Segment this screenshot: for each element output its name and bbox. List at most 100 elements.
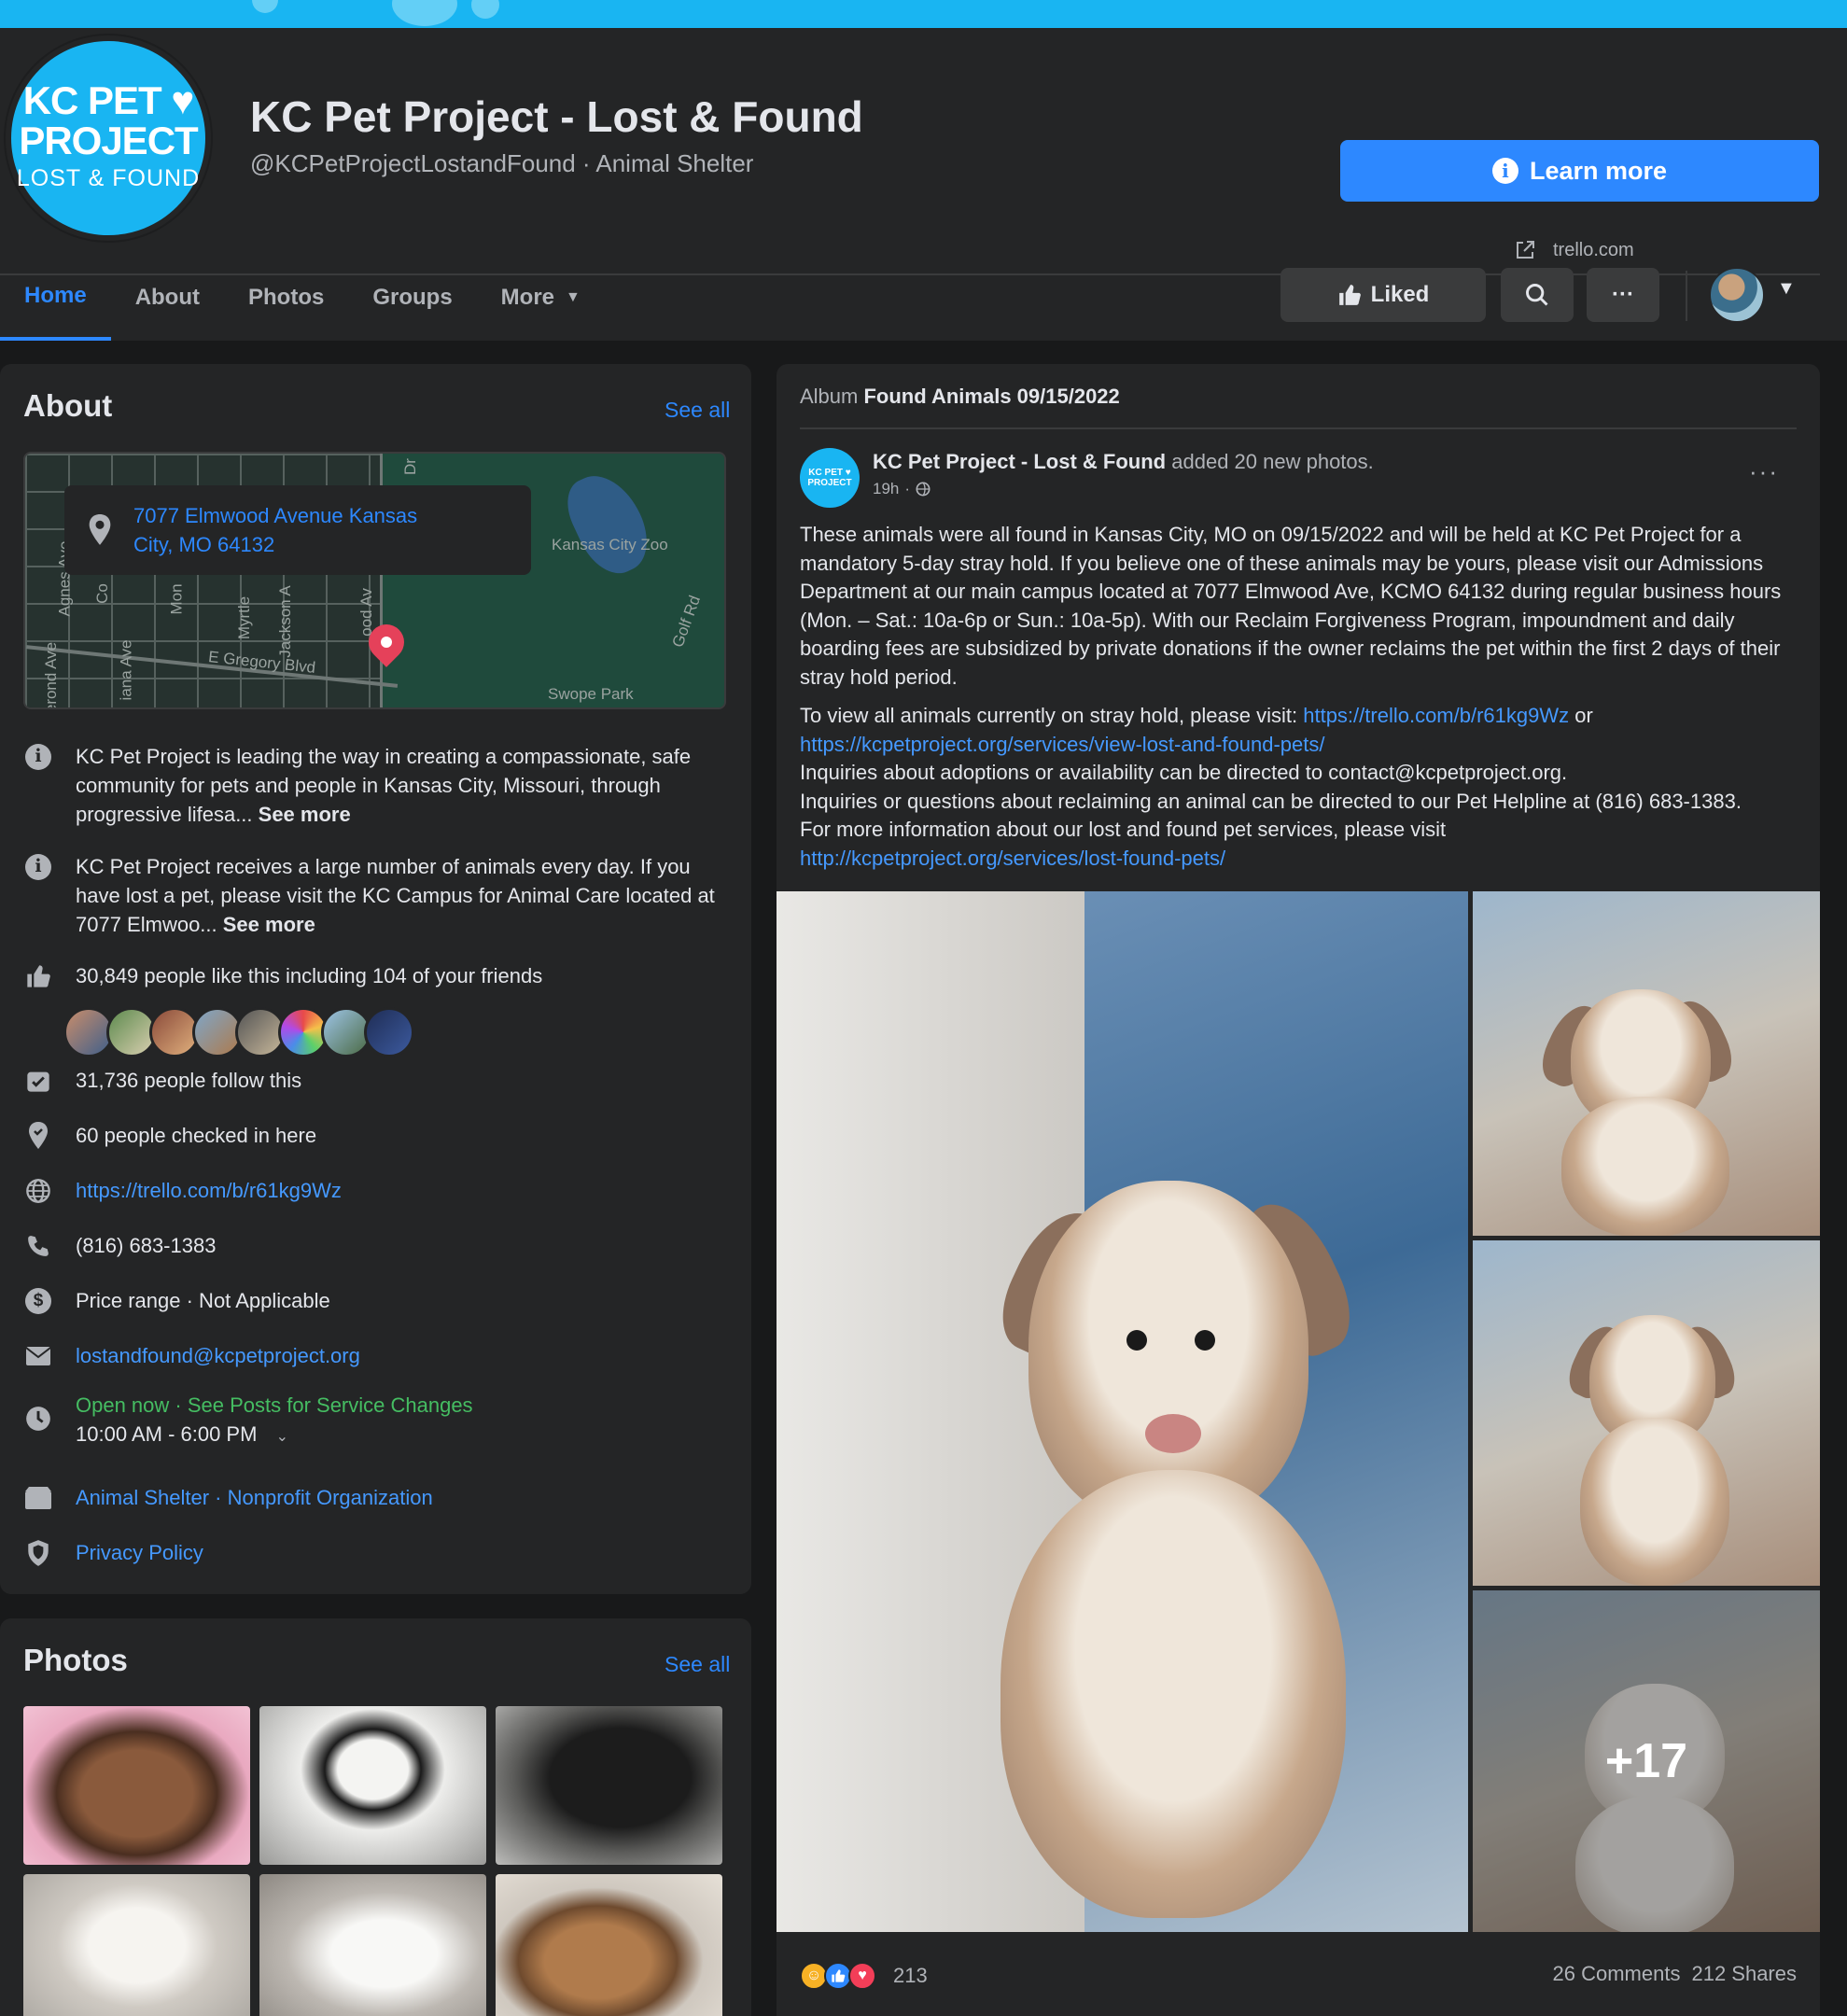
tab-photos[interactable]: Photos (224, 254, 348, 341)
post-author-name[interactable]: KC Pet Project - Lost & Found (873, 450, 1166, 473)
cta-external-link[interactable]: trello.com (1514, 239, 1634, 261)
about-website: https://trello.com/b/r61kg9Wz (23, 1176, 720, 1205)
logo-text-line1: KC PET ♥ (22, 78, 195, 122)
map-label-zoo: Kansas City Zoo (552, 536, 668, 553)
reactions-summary[interactable]: ☺ ♥ 213 (800, 1962, 928, 1990)
post-author-line: KC Pet Project - Lost & Found added 20 n… (873, 450, 1374, 474)
album-header[interactable]: Album Found Animals 09/15/2022 (800, 385, 1120, 409)
post-avatar-text: PROJECT (807, 478, 852, 488)
website-link[interactable]: https://trello.com/b/r61kg9Wz (76, 1176, 720, 1205)
about-see-all-link[interactable]: See all (665, 398, 730, 423)
comments-count[interactable]: 26 Comments (1553, 1962, 1681, 1986)
post-author-avatar[interactable]: KC PET ♥ PROJECT (800, 448, 860, 508)
about-description-1: i KC Pet Project is leading the way in c… (23, 742, 720, 829)
dollar-icon: $ (23, 1286, 53, 1315)
post-action-text: added 20 new photos. (1171, 450, 1374, 473)
map-address-popup[interactable]: 7077 Elmwood Avenue Kansas City, MO 6413… (64, 485, 531, 575)
email-link[interactable]: lostandfound@kcpetproject.org (76, 1341, 720, 1370)
more-photos-overlay[interactable]: +17 (1473, 1590, 1820, 1932)
post-photo-thumb[interactable] (1473, 1240, 1820, 1586)
logo-text-line3: LOST & FOUND (16, 165, 201, 191)
about-desc-2-text: KC Pet Project receives a large number o… (76, 855, 715, 936)
tab-more[interactable]: More ▼ (477, 254, 605, 341)
photo-thumb[interactable] (259, 1874, 486, 2016)
search-button[interactable] (1501, 268, 1574, 322)
see-more-link[interactable]: See more (223, 913, 315, 936)
post-options-ellipsis-icon[interactable]: ··· (1749, 457, 1779, 486)
liked-button[interactable]: Liked (1280, 268, 1486, 322)
friends-avatars[interactable] (63, 1007, 414, 1057)
post-avatar-text: KC PET ♥ (808, 468, 851, 478)
tab-groups[interactable]: Groups (348, 254, 476, 341)
see-more-link[interactable]: See more (259, 803, 351, 826)
map-label-park: Swope Park (548, 685, 634, 703)
about-title: About (23, 388, 113, 423)
category-link[interactable]: Animal Shelter · Nonprofit Organization (76, 1483, 720, 1512)
caret-down-icon: ▼ (566, 288, 581, 305)
album-prefix: Album (800, 385, 859, 408)
post-stats: 26 Comments 212 Shares (1553, 1962, 1797, 1986)
lost-found-services-link[interactable]: http://kcpetproject.org/services/lost-fo… (800, 847, 1225, 870)
post-photo-thumb[interactable]: +17 (1473, 1590, 1820, 1932)
photo-thumb[interactable] (23, 1706, 250, 1865)
info-icon: i (25, 853, 51, 880)
page-title: KC Pet Project - Lost & Found (250, 92, 863, 141)
post-paragraph: To view all animals currently on stray h… (800, 702, 1803, 873)
photos-card: Photos See all (0, 1618, 751, 2016)
account-avatar[interactable] (1709, 267, 1765, 323)
about-email: lostandfound@kcpetproject.org (23, 1341, 720, 1370)
photo-thumb[interactable] (496, 1706, 722, 1865)
hours-status-text: Open now · See Posts for Service Changes (76, 1393, 473, 1417)
about-desc-1-text: KC Pet Project is leading the way in cre… (76, 745, 692, 826)
shield-icon (23, 1538, 53, 1567)
privacy-policy-link[interactable]: Privacy Policy (76, 1538, 720, 1567)
shares-count[interactable]: 212 Shares (1691, 1962, 1797, 1986)
map-label-street: iana Ave (117, 639, 135, 701)
about-card: About See all Kansas City Zoo E Gregory … (0, 364, 751, 1594)
post-meta: 19h · (873, 480, 930, 498)
category-icon (23, 1483, 53, 1512)
post-timestamp[interactable]: 19h (873, 480, 899, 498)
about-hours[interactable]: Open now · See Posts for Service Changes… (23, 1391, 720, 1451)
more-options-button[interactable]: ··· (1587, 268, 1659, 322)
lost-found-pets-link[interactable]: https://kcpetproject.org/services/view-l… (800, 733, 1324, 756)
cover-photo-strip (0, 0, 1847, 28)
post-photo-thumb[interactable] (1473, 891, 1820, 1236)
location-pin-icon (89, 514, 111, 545)
photos-title: Photos (23, 1643, 128, 1677)
location-map[interactable]: Kansas City Zoo E Gregory Blvd Swope Par… (23, 452, 726, 709)
tab-about[interactable]: About (111, 254, 224, 341)
photos-see-all-link[interactable]: See all (665, 1652, 730, 1677)
album-name[interactable]: Found Animals 09/15/2022 (863, 385, 1119, 408)
globe-icon (916, 482, 930, 497)
photo-thumb[interactable] (496, 1874, 722, 2016)
map-address-text: 7077 Elmwood Avenue Kansas City, MO 6413… (133, 504, 418, 556)
learn-more-label: Learn more (1529, 156, 1668, 185)
learn-more-button[interactable]: i Learn more (1340, 140, 1819, 202)
about-category: Animal Shelter · Nonprofit Organization (23, 1483, 720, 1512)
photo-thumb[interactable] (259, 1706, 486, 1865)
map-label-street: Dr (400, 458, 419, 475)
checkin-pin-icon (23, 1121, 53, 1150)
post-photo-main[interactable] (777, 891, 1468, 1932)
follow-check-icon (23, 1066, 53, 1095)
account-caret-down-icon[interactable]: ▼ (1777, 278, 1796, 300)
ellipsis-icon: ··· (1612, 282, 1634, 307)
page-profile-logo[interactable]: KC PET ♥ PROJECT LOST & FOUND (6, 35, 211, 241)
hours-chevron-down-icon[interactable]: ⌄ (276, 1429, 288, 1445)
info-icon: i (1491, 158, 1518, 184)
info-icon: i (25, 743, 51, 770)
likes-text: 30,849 people like this including 104 of… (76, 964, 543, 987)
friend-avatar[interactable] (364, 1007, 414, 1057)
tab-home[interactable]: Home (0, 254, 111, 341)
trello-link[interactable]: https://trello.com/b/r61kg9Wz (1303, 704, 1569, 727)
about-privacy: Privacy Policy (23, 1538, 720, 1567)
post-more-info: For more information about our lost and … (800, 818, 1447, 841)
toolbar-divider (1686, 271, 1687, 321)
photo-thumb[interactable] (23, 1874, 250, 2016)
reactions-count: 213 (893, 1964, 928, 1987)
about-description-2: i KC Pet Project receives a large number… (23, 852, 720, 939)
photo-grid (23, 1706, 722, 2016)
liked-label: Liked (1370, 282, 1430, 307)
post-visit-text: To view all animals currently on stray h… (800, 704, 1304, 727)
